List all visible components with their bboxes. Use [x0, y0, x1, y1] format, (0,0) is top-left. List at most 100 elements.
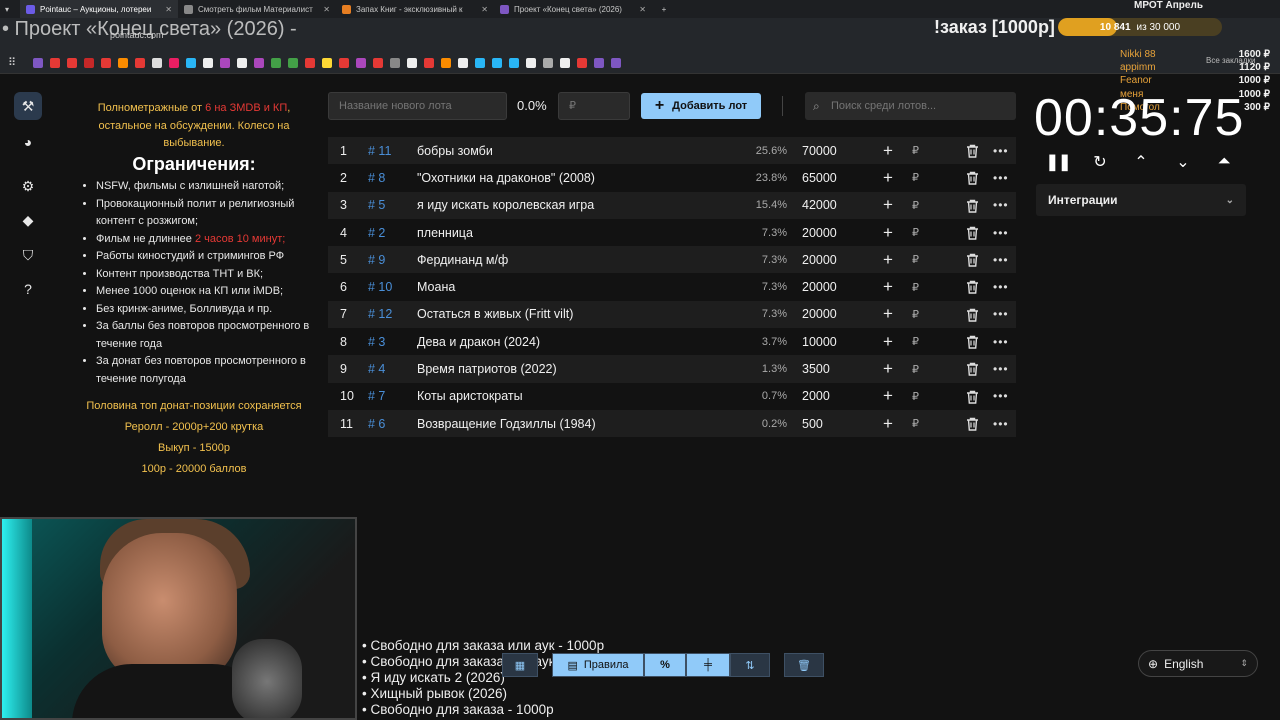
bookmark-icon[interactable]	[271, 57, 282, 68]
bookmark-icon[interactable]	[611, 57, 622, 68]
lot-id-link[interactable]: # 7	[368, 389, 385, 403]
browser-tab[interactable]: Pointauc – Аукционы, лотереи ✕	[20, 0, 178, 18]
split-button[interactable]: ╪	[686, 653, 730, 677]
delete-lot-button[interactable]	[966, 308, 979, 325]
add-amount-button[interactable]: +	[883, 250, 893, 270]
pause-button[interactable]: ❚❚	[1046, 150, 1072, 174]
bookmark-icon[interactable]	[186, 57, 197, 68]
nav-button[interactable]: ◕	[14, 128, 42, 156]
nav-button[interactable]: ◆	[14, 206, 42, 234]
close-icon[interactable]: ✕	[323, 5, 330, 14]
more-icon[interactable]: •••	[993, 198, 1009, 212]
bookmark-icon[interactable]	[458, 57, 469, 68]
bookmark-icon[interactable]	[84, 57, 95, 68]
delete-lot-button[interactable]	[966, 199, 979, 216]
nav-button[interactable]: ⛉	[14, 241, 42, 269]
lot-id-link[interactable]: # 8	[368, 171, 385, 185]
more-icon[interactable]: •••	[993, 226, 1009, 240]
new-tab-button[interactable]: +	[652, 0, 676, 18]
currency-icon[interactable]: ₽	[912, 335, 919, 348]
more-icon[interactable]: •••	[993, 389, 1009, 403]
currency-icon[interactable]: ₽	[912, 171, 919, 184]
bookmark-icon[interactable]	[305, 57, 316, 68]
nav-button[interactable]: ⚙	[14, 172, 42, 200]
lot-amount[interactable]: 20000	[802, 253, 837, 267]
delete-lot-button[interactable]	[966, 417, 979, 434]
sort-button[interactable]: ⇅	[730, 653, 770, 677]
bookmark-icon[interactable]	[67, 57, 78, 68]
bookmark-icon[interactable]	[543, 57, 554, 68]
apps-grid-icon[interactable]: ⠿	[8, 56, 16, 69]
browser-tab[interactable]: Смотреть фильм Материалист ✕	[178, 0, 336, 18]
bookmark-icon[interactable]	[203, 57, 214, 68]
bookmark-icon[interactable]	[237, 57, 248, 68]
lot-id-link[interactable]: # 5	[368, 198, 385, 212]
lot-name[interactable]: Коты аристократы	[417, 389, 523, 403]
more-icon[interactable]: •••	[993, 144, 1009, 158]
currency-icon[interactable]: ₽	[912, 144, 919, 157]
search-input[interactable]	[831, 92, 1011, 120]
bookmark-icon[interactable]	[424, 57, 435, 68]
bookmark-icon[interactable]	[577, 57, 588, 68]
bookmark-icon[interactable]	[220, 57, 231, 68]
lot-name[interactable]: "Охотники на драконов" (2008)	[417, 171, 595, 185]
lot-id-link[interactable]: # 10	[368, 280, 392, 294]
increase-time-button[interactable]: ⌃	[1129, 150, 1153, 174]
bookmark-icon[interactable]	[526, 57, 537, 68]
more-icon[interactable]: •••	[993, 280, 1009, 294]
bookmark-icon[interactable]	[390, 57, 401, 68]
currency-icon[interactable]: ₽	[912, 308, 919, 321]
more-icon[interactable]: •••	[993, 362, 1009, 376]
lot-amount[interactable]: 65000	[802, 171, 837, 185]
add-amount-button[interactable]: +	[883, 414, 893, 434]
currency-icon[interactable]: ₽	[912, 199, 919, 212]
bookmark-icon[interactable]	[152, 57, 163, 68]
bookmark-icon[interactable]	[339, 57, 350, 68]
rules-button[interactable]: ▤ Правила	[552, 653, 644, 677]
lot-amount[interactable]: 500	[802, 417, 823, 431]
bookmark-icon[interactable]	[101, 57, 112, 68]
bookmark-icon[interactable]	[118, 57, 129, 68]
lot-name[interactable]: бобры зомби	[417, 144, 493, 158]
percent-button[interactable]: %	[644, 653, 686, 677]
bookmark-icon[interactable]	[33, 57, 44, 68]
delete-lot-button[interactable]	[966, 253, 979, 270]
delete-lot-button[interactable]	[966, 390, 979, 407]
lot-id-link[interactable]: # 4	[368, 362, 385, 376]
currency-icon[interactable]: ₽	[912, 417, 919, 430]
bookmark-icon[interactable]	[560, 57, 571, 68]
more-icon[interactable]: •••	[993, 417, 1009, 431]
lot-id-link[interactable]: # 12	[368, 307, 392, 321]
add-amount-button[interactable]: +	[883, 223, 893, 243]
lot-name[interactable]: Фердинанд м/ф	[417, 253, 508, 267]
currency-icon[interactable]: ₽	[912, 363, 919, 376]
language-select[interactable]: ⊕ English ⇕	[1138, 650, 1258, 677]
close-icon[interactable]: ✕	[165, 5, 172, 14]
lot-amount[interactable]: 10000	[802, 335, 837, 349]
lot-name[interactable]: Моана	[417, 280, 455, 294]
add-amount-button[interactable]: +	[883, 304, 893, 324]
delete-lot-button[interactable]	[966, 362, 979, 379]
toolbar-button-1[interactable]: ▦	[502, 653, 538, 677]
add-amount-button[interactable]: +	[883, 332, 893, 352]
add-amount-button[interactable]: +	[883, 141, 893, 161]
bookmark-icon[interactable]	[373, 57, 384, 68]
delete-lot-button[interactable]	[966, 280, 979, 297]
more-icon[interactable]: •••	[993, 307, 1009, 321]
lot-id-link[interactable]: # 9	[368, 253, 385, 267]
lot-name[interactable]: Время патриотов (2022)	[417, 362, 557, 376]
close-icon[interactable]: ✕	[481, 5, 488, 14]
lot-amount[interactable]: 2000	[802, 389, 830, 403]
lot-id-link[interactable]: # 11	[368, 144, 391, 158]
lot-name-input[interactable]	[328, 92, 507, 120]
nav-button[interactable]: ?	[14, 275, 42, 303]
bookmark-icon[interactable]	[254, 57, 265, 68]
add-lot-button[interactable]: + Добавить лот	[641, 93, 761, 119]
add-amount-button[interactable]: +	[883, 277, 893, 297]
bookmark-icon[interactable]	[475, 57, 486, 68]
bookmark-icon[interactable]	[356, 57, 367, 68]
bookmark-icon[interactable]	[594, 57, 605, 68]
delete-lot-button[interactable]	[966, 144, 979, 161]
lot-name[interactable]: Возвращение Годзиллы (1984)	[417, 417, 596, 431]
lot-amount[interactable]: 20000	[802, 226, 837, 240]
